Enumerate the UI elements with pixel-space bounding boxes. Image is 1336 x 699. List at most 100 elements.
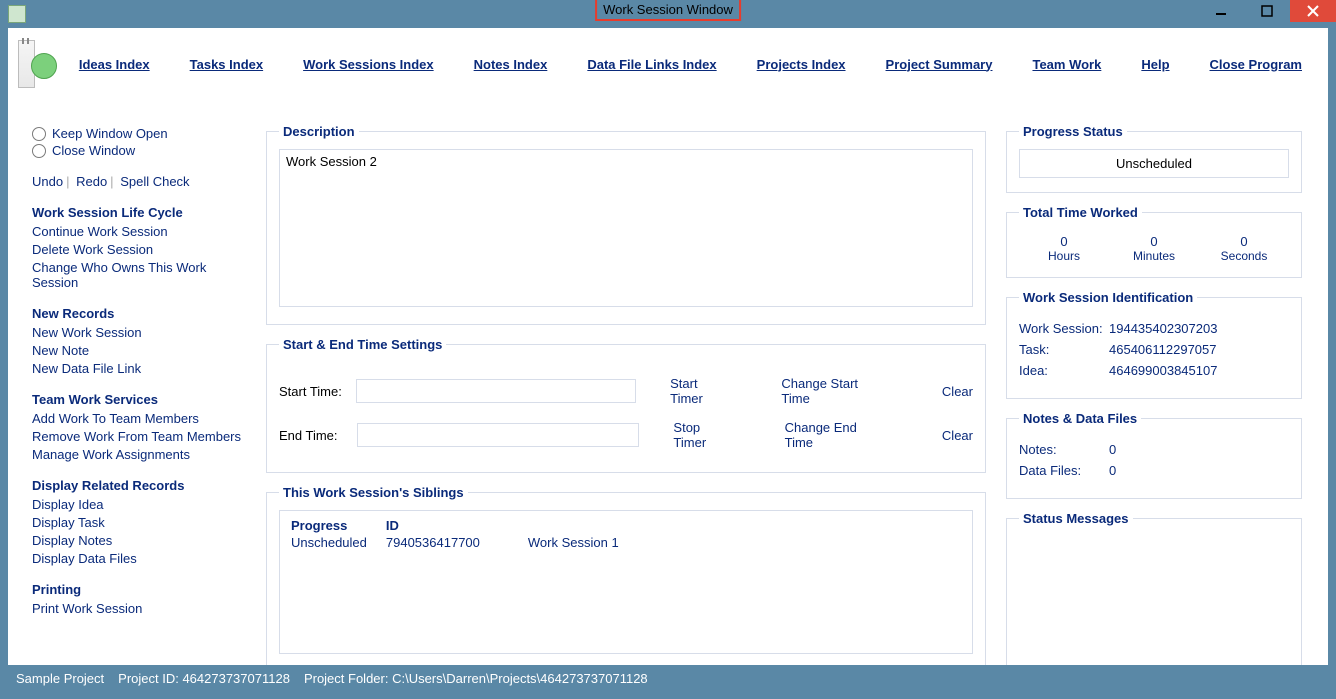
menu-tasks-index[interactable]: Tasks Index [170,57,283,72]
radio-label: Close Window [52,143,135,158]
sidebar: Keep Window Open Close Window Undo| Redo… [8,124,256,665]
link-new-note[interactable]: New Note [32,343,256,358]
calendar-clock-icon [18,40,35,88]
ws-v: 194435402307203 [1109,321,1217,336]
cell-progress: Unscheduled [290,534,385,551]
radio-icon [32,127,46,141]
sibling-row[interactable]: Unscheduled 7940536417700 Work Session 1 [290,534,637,551]
link-manage-work-assignments[interactable]: Manage Work Assignments [32,447,256,462]
stop-timer-link[interactable]: Stop Timer [673,420,734,450]
link-new-work-session[interactable]: New Work Session [32,325,256,340]
link-remove-work-from-team[interactable]: Remove Work From Team Members [32,429,256,444]
link-delete-work-session[interactable]: Delete Work Session [32,242,256,257]
ws-identification-group: Work Session Identification Work Session… [1006,290,1302,399]
link-display-idea[interactable]: Display Idea [32,497,256,512]
description-legend: Description [279,124,359,139]
change-start-time-link[interactable]: Change Start Time [781,376,886,406]
start-time-label: Start Time: [279,384,356,399]
window-title: Work Session Window [595,0,741,21]
close-button[interactable] [1290,0,1336,22]
time-settings-legend: Start & End Time Settings [279,337,446,352]
ttw-seconds-label: Seconds [1199,249,1289,263]
undo-link[interactable]: Undo [32,174,63,189]
link-continue-work-session[interactable]: Continue Work Session [32,224,256,239]
siblings-group: This Work Session's Siblings Progress ID… [266,485,986,665]
link-new-data-file-link[interactable]: New Data File Link [32,361,256,376]
description-group: Description [266,124,986,325]
link-change-owner[interactable]: Change Who Owns This Work Session [32,260,256,290]
link-print-work-session[interactable]: Print Work Session [32,601,256,616]
change-end-time-link[interactable]: Change End Time [785,420,886,450]
progress-status-legend: Progress Status [1019,124,1127,139]
progress-status-value: Unscheduled [1019,149,1289,178]
ttw-minutes: 0 [1109,234,1199,249]
cell-id: 7940536417700 [385,534,498,551]
redo-link[interactable]: Redo [76,174,107,189]
ws-identification-legend: Work Session Identification [1019,290,1197,305]
minimize-button[interactable] [1198,0,1244,22]
radio-keep-window-open[interactable]: Keep Window Open [32,126,256,141]
menu-help[interactable]: Help [1121,57,1189,72]
main-panel: Description Start & End Time Settings St… [256,124,996,665]
heading-team-work-services: Team Work Services [32,392,256,407]
heading-life-cycle: Work Session Life Cycle [32,205,256,220]
app-icon [8,5,26,23]
right-panel: Progress Status Unscheduled Total Time W… [996,124,1328,665]
total-time-worked-group: Total Time Worked 0Hours 0Minutes 0Secon… [1006,205,1302,278]
files-k: Data Files: [1019,463,1109,478]
link-add-work-to-team[interactable]: Add Work To Team Members [32,411,256,426]
menu-notes-index[interactable]: Notes Index [454,57,568,72]
description-textarea[interactable] [279,149,973,307]
notes-k: Notes: [1019,442,1109,457]
time-settings-group: Start & End Time Settings Start Time: St… [266,337,986,473]
radio-label: Keep Window Open [52,126,168,141]
clear-end-link[interactable]: Clear [942,428,973,443]
spell-check-link[interactable]: Spell Check [120,174,189,189]
idea-v: 464699003845107 [1109,363,1217,378]
status-messages-legend: Status Messages [1019,511,1133,526]
top-menu: Ideas Index Tasks Index Work Sessions In… [8,28,1328,96]
idea-k: Idea: [1019,363,1109,378]
menu-team-work[interactable]: Team Work [1012,57,1121,72]
task-k: Task: [1019,342,1109,357]
status-project-name: Sample Project [16,671,104,686]
status-bar: Sample Project Project ID: 4642737370711… [8,665,1328,691]
notes-files-legend: Notes & Data Files [1019,411,1141,426]
siblings-legend: This Work Session's Siblings [279,485,468,500]
start-timer-link[interactable]: Start Timer [670,376,731,406]
heading-new-records: New Records [32,306,256,321]
menu-project-summary[interactable]: Project Summary [866,57,1013,72]
menu-projects-index[interactable]: Projects Index [737,57,866,72]
col-progress: Progress [290,517,385,534]
notes-data-files-group: Notes & Data Files Notes:0 Data Files:0 [1006,411,1302,499]
progress-status-group: Progress Status Unscheduled [1006,124,1302,193]
heading-display-related: Display Related Records [32,478,256,493]
col-id: ID [385,517,498,534]
menu-ideas-index[interactable]: Ideas Index [59,57,170,72]
ttw-hours-label: Hours [1019,249,1109,263]
ttw-minutes-label: Minutes [1109,249,1199,263]
notes-v: 0 [1109,442,1116,457]
status-messages-group: Status Messages [1006,511,1302,665]
task-v: 465406112297057 [1109,342,1217,357]
link-display-task[interactable]: Display Task [32,515,256,530]
menu-data-file-links-index[interactable]: Data File Links Index [567,57,736,72]
siblings-list[interactable]: Progress ID Unscheduled 7940536417700 Wo… [279,510,973,654]
end-time-input[interactable] [357,423,640,447]
menu-work-sessions-index[interactable]: Work Sessions Index [283,57,454,72]
status-project-id: Project ID: 464273737071128 [118,671,290,686]
end-time-label: End Time: [279,428,357,443]
clear-start-link[interactable]: Clear [942,384,973,399]
radio-icon [32,144,46,158]
menu-close-program[interactable]: Close Program [1190,57,1322,72]
link-display-notes[interactable]: Display Notes [32,533,256,548]
link-display-data-files[interactable]: Display Data Files [32,551,256,566]
status-project-folder: Project Folder: C:\Users\Darren\Projects… [304,671,648,686]
files-v: 0 [1109,463,1116,478]
start-time-input[interactable] [356,379,636,403]
title-bar: Work Session Window [0,0,1336,28]
heading-printing: Printing [32,582,256,597]
maximize-button[interactable] [1244,0,1290,22]
radio-close-window[interactable]: Close Window [32,143,256,158]
ttw-seconds: 0 [1199,234,1289,249]
